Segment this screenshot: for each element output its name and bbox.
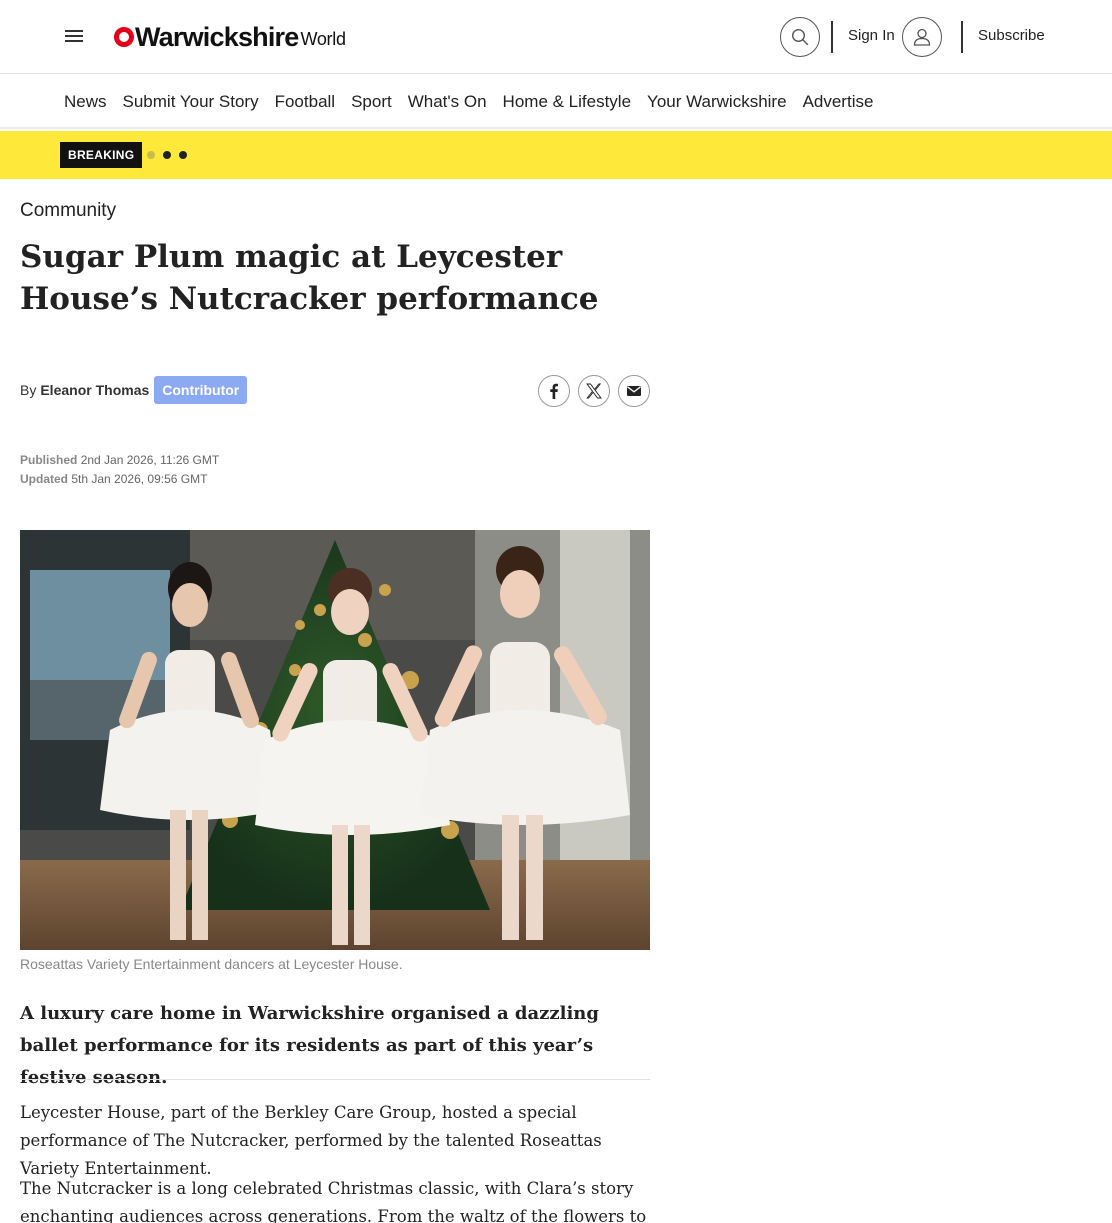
section-label[interactable]: Community [20, 200, 116, 222]
nav-item-your-warwickshire[interactable]: Your Warwickshire [647, 92, 787, 112]
article-paragraph: The Nutcracker is a long celebrated Chri… [20, 1179, 647, 1223]
published-date: Published 2nd Jan 2026, 11:26 GMT [20, 453, 219, 467]
share-facebook-button[interactable] [538, 375, 570, 407]
loading-dot [147, 151, 155, 159]
breaking-news-bar: BREAKING [0, 131, 1112, 179]
article-headline: Sugar Plum magic at Leycester House’s Nu… [20, 239, 599, 317]
nav-item-advertise[interactable]: Advertise [803, 92, 874, 112]
nav-item-home-lifestyle[interactable]: Home & Lifestyle [503, 92, 632, 112]
updated-label: Updated [20, 472, 68, 486]
search-button[interactable] [780, 17, 820, 57]
published-label: Published [20, 453, 78, 467]
published-value: 2nd Jan 2026, 11:26 GMT [80, 453, 220, 467]
header-divider [961, 21, 963, 53]
loading-dot [179, 151, 187, 159]
logo-sub-text: World [300, 29, 346, 49]
logo-mark [114, 27, 134, 47]
hamburger-menu-icon[interactable] [62, 24, 86, 48]
breaking-badge: BREAKING [60, 142, 143, 168]
facebook-icon [550, 383, 558, 399]
updated-value: 5th Jan 2026, 09:56 GMT [71, 472, 208, 486]
byline-prefix: By [20, 382, 37, 398]
site-logo[interactable]: Warwickshire World [114, 22, 346, 52]
site-header: Warwickshire World Sign In Subscribe [0, 0, 1112, 74]
share-email-button[interactable] [618, 375, 650, 407]
account-button[interactable] [902, 17, 942, 57]
article-hero-image [20, 530, 650, 950]
article-paragraph: Leycester House, part of the Berkley Car… [20, 1103, 602, 1178]
search-icon [791, 28, 809, 46]
loading-dots [147, 151, 187, 159]
x-icon [586, 383, 602, 399]
divider [20, 1079, 650, 1080]
nav-item-football[interactable]: Football [275, 92, 335, 112]
main-navigation: News Submit Your Story Football Sport Wh… [0, 75, 1112, 129]
contributor-badge: Contributor [154, 376, 248, 404]
subscribe-link[interactable]: Subscribe [978, 27, 1045, 44]
image-caption: Roseattas Variety Entertainment dancers … [20, 956, 403, 972]
updated-date: Updated 5th Jan 2026, 09:56 GMT [20, 472, 207, 486]
sign-in-link[interactable]: Sign In [848, 27, 895, 44]
author-name[interactable]: Eleanor Thomas [40, 382, 149, 398]
header-divider [831, 21, 833, 53]
nav-item-sport[interactable]: Sport [351, 92, 392, 112]
email-icon [627, 386, 641, 396]
logo-main-text: Warwickshire [135, 22, 299, 52]
share-x-button[interactable] [578, 375, 610, 407]
byline: By Eleanor Thomas Contributor [20, 376, 248, 404]
user-icon [913, 28, 931, 46]
nav-item-whats-on[interactable]: What's On [408, 92, 487, 112]
nav-item-submit-your-story[interactable]: Submit Your Story [123, 92, 259, 112]
loading-dot [163, 151, 171, 159]
nav-item-news[interactable]: News [64, 92, 107, 112]
